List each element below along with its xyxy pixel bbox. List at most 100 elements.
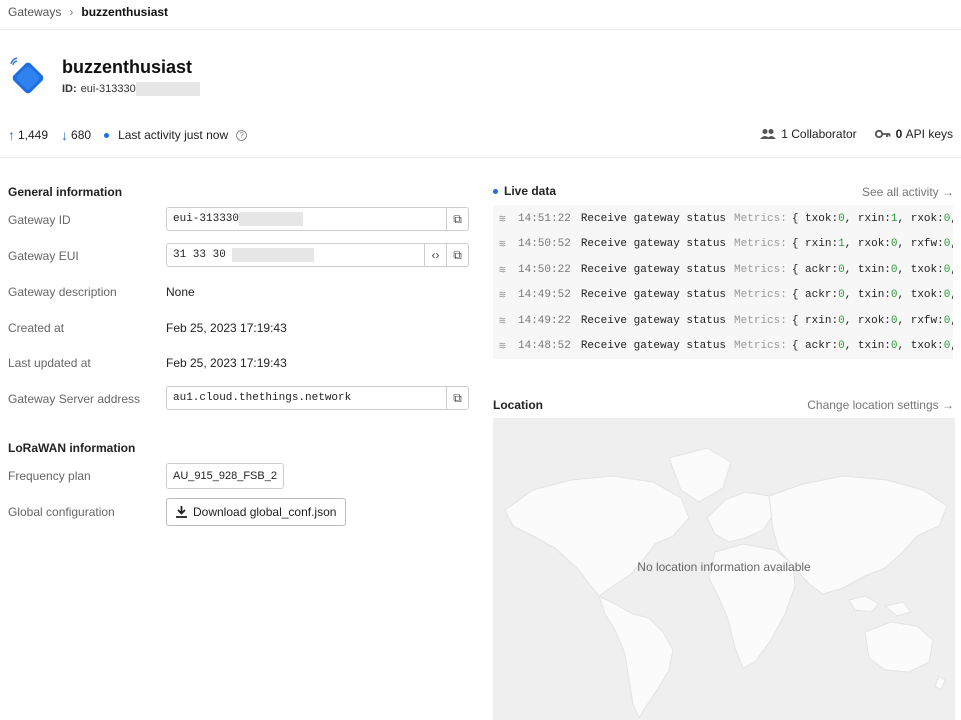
metric-value: 0 <box>943 314 951 327</box>
api-keys-link[interactable]: 0 API keys <box>874 127 953 141</box>
metric-key: , txok: <box>897 288 944 301</box>
metric-key: , txin: <box>844 339 891 352</box>
live-data-row[interactable]: ≋ 14:48:52 Receive gateway status Metric… <box>493 333 953 358</box>
general-information-heading: General information <box>8 185 123 199</box>
metric-key: { ackr: <box>791 263 839 276</box>
wifi-icon: ≋ <box>499 264 506 277</box>
divider <box>0 157 961 158</box>
last-activity: Last activity just now ? <box>104 128 248 142</box>
collaborators-link[interactable]: 1 Collaborator <box>760 127 857 141</box>
event-time: 14:48:52 <box>518 339 571 352</box>
global-configuration-label: Global configuration <box>8 505 115 519</box>
live-data-panel: ≋ 14:51:22 Receive gateway status Metric… <box>493 205 953 359</box>
metric-value: 0 <box>838 314 845 327</box>
metric-value: 0 <box>890 288 898 301</box>
frequency-plan-label: Frequency plan <box>8 469 91 483</box>
gateway-description-value: None <box>166 285 195 299</box>
gateway-description-label: Gateway description <box>8 285 117 299</box>
download-global-conf-button[interactable]: Download global_conf.json <box>166 498 347 526</box>
gateway-eui-field: 31 33 30 ‹› ⧉ <box>166 243 469 267</box>
metric-key: , txok: <box>897 339 944 352</box>
location-map[interactable]: No location information available <box>493 418 955 720</box>
created-at-value: Feb 25, 2023 17:19:43 <box>166 321 287 335</box>
metric-key: { rxin: <box>791 237 839 250</box>
gateway-eui-label: Gateway EUI <box>8 249 79 263</box>
help-icon[interactable]: ? <box>236 129 248 141</box>
event-name: Receive gateway status <box>580 212 727 225</box>
metric-value: 0 <box>890 339 898 352</box>
traffic-stats: ↑ 1,449 ↓ 680 Last activity just now ? <box>8 127 248 143</box>
live-data-heading: Live data <box>493 184 556 198</box>
breadcrumb-current: buzzenthusiast <box>81 5 169 19</box>
metric-value: 1 <box>838 237 845 250</box>
download-icon <box>176 506 187 518</box>
gateway-id-label: Gateway ID <box>8 213 71 227</box>
event-metrics-label: Metrics: <box>734 263 787 276</box>
downlink-value: 680 <box>71 128 92 142</box>
copy-icon[interactable]: ⧉ <box>446 244 468 266</box>
redacted-block <box>135 82 200 96</box>
event-metrics-label: Metrics: <box>734 212 787 225</box>
event-name: Receive gateway status <box>580 288 727 301</box>
metric-tail: , <box>950 264 953 276</box>
id-label: ID: <box>62 83 77 95</box>
code-toggle-icon[interactable]: ‹› <box>424 244 446 266</box>
metric-value: 0 <box>943 339 951 352</box>
server-address-field: au1.cloud.thethings.network ⧉ <box>166 386 469 410</box>
wifi-icon: ≋ <box>499 315 506 328</box>
breadcrumb-gateways-link[interactable]: Gateways <box>8 5 61 19</box>
arrow-down-icon: ↓ <box>61 127 69 143</box>
metric-key: , txin: <box>844 288 891 301</box>
live-data-row[interactable]: ≋ 14:49:22 Receive gateway status Metric… <box>493 308 953 333</box>
api-keys-label: API keys <box>905 127 953 141</box>
downlink-count: ↓ 680 <box>61 127 91 143</box>
frequency-plan-value: AU_915_928_FSB_2 <box>166 463 284 489</box>
lorawan-information-heading: LoRaWAN information <box>8 441 136 455</box>
wifi-icon: ≋ <box>499 289 506 302</box>
copy-icon[interactable]: ⧉ <box>446 387 468 409</box>
metric-value: 0 <box>890 263 898 276</box>
metric-value: 0 <box>943 237 951 250</box>
id-value: eui-313330 <box>80 83 136 95</box>
metric-value: 0 <box>943 263 951 276</box>
live-data-title: Live data <box>504 184 557 198</box>
metric-value: 0 <box>943 212 951 225</box>
metric-key: , rxfw: <box>897 314 944 327</box>
live-data-row[interactable]: ≋ 14:49:52 Receive gateway status Metric… <box>493 282 953 307</box>
event-time: 14:50:22 <box>518 263 571 276</box>
copy-icon[interactable]: ⧉ <box>446 208 468 230</box>
metric-key: { txok: <box>791 212 839 225</box>
metric-key: { ackr: <box>791 288 839 301</box>
metric-key: , rxfw: <box>897 237 944 250</box>
gateway-icon <box>10 57 44 94</box>
metric-tail: , <box>950 315 953 327</box>
page-title: buzzenthusiast <box>62 57 193 77</box>
metric-value: 0 <box>943 288 951 301</box>
metric-key: , rxok: <box>844 314 891 327</box>
event-time: 14:49:22 <box>518 314 571 327</box>
event-time: 14:49:52 <box>518 288 571 301</box>
gateway-id-value: eui-313330 <box>173 213 240 225</box>
change-location-settings-link[interactable]: Change location settings → <box>807 398 954 412</box>
event-time: 14:51:22 <box>518 212 571 225</box>
server-address-value: au1.cloud.thethings.network <box>173 392 352 404</box>
last-updated-label: Last updated at <box>8 356 91 370</box>
download-label: Download global_conf.json <box>193 505 337 519</box>
event-time: 14:50:52 <box>518 237 571 250</box>
last-updated-value: Feb 25, 2023 17:19:43 <box>166 356 287 370</box>
metric-value: 0 <box>838 212 845 225</box>
see-all-activity-link[interactable]: See all activity → <box>862 185 954 199</box>
arrow-up-icon: ↑ <box>8 127 15 143</box>
key-icon <box>874 129 891 139</box>
live-data-row[interactable]: ≋ 14:51:22 Receive gateway status Metric… <box>493 206 953 231</box>
live-data-row[interactable]: ≋ 14:50:52 Receive gateway status Metric… <box>493 231 953 256</box>
live-data-row[interactable]: ≋ 14:50:22 Receive gateway status Metric… <box>493 257 953 282</box>
gateway-eui-value-box: 31 33 30 <box>167 244 424 266</box>
people-icon <box>760 129 777 139</box>
metric-key: , rxok: <box>844 237 891 250</box>
metric-value: 0 <box>890 237 898 250</box>
metric-value: 0 <box>890 314 898 327</box>
metric-key: { rxin: <box>791 314 839 327</box>
collaborators-label: 1 Collaborator <box>781 127 857 141</box>
status-dot-icon <box>104 132 110 138</box>
